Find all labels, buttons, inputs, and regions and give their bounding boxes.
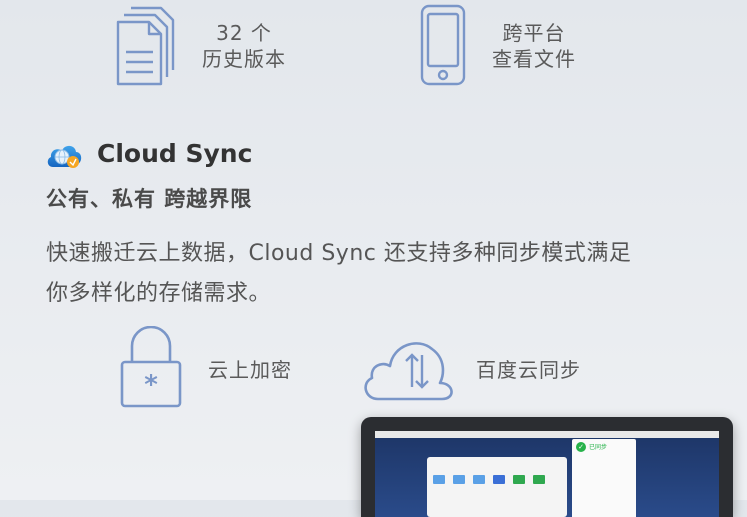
laptop-mockup: ✓ 已同步 bbox=[361, 417, 733, 517]
feature-crossplatform-line1: 跨平台 bbox=[502, 21, 566, 45]
cloud-sync-logo-icon bbox=[47, 145, 82, 168]
spreadsheet-icon bbox=[533, 475, 545, 484]
check-icon: ✓ bbox=[576, 442, 586, 452]
spreadsheet-icon bbox=[513, 475, 525, 484]
feature-crossplatform-text: 跨平台 查看文件 bbox=[482, 20, 586, 72]
feature-versions-line2: 历史版本 bbox=[202, 47, 286, 71]
description: 快速搬迁云上数据，Cloud Sync 还支持多种同步模式满足 你多样化的存储需… bbox=[46, 234, 706, 314]
feature-baidu-sync-label: 百度云同步 bbox=[476, 358, 581, 382]
tagline: 公有、私有 跨越界限 bbox=[46, 187, 253, 211]
document-icon bbox=[493, 475, 505, 484]
folder-icon bbox=[433, 475, 445, 484]
folder-icon bbox=[453, 475, 465, 484]
feature-versions-line1: 32 个 bbox=[216, 21, 272, 45]
description-line2: 你多样化的存储需求。 bbox=[46, 281, 272, 306]
sync-status-panel: ✓ 已同步 bbox=[572, 439, 636, 517]
feature-versions-text: 32 个 历史版本 bbox=[192, 20, 296, 72]
document-versions-icon bbox=[116, 6, 175, 86]
feature-crossplatform-line2: 查看文件 bbox=[492, 47, 576, 71]
feature-encryption-label: 云上加密 bbox=[208, 358, 292, 382]
padlock-icon: * bbox=[120, 326, 182, 408]
finder-window bbox=[427, 457, 567, 517]
folder-icon bbox=[473, 475, 485, 484]
laptop-screen: ✓ 已同步 bbox=[375, 431, 719, 517]
cloud-sync-arrows-icon bbox=[364, 342, 453, 401]
description-line1: 快速搬迁云上数据，Cloud Sync 还支持多种同步模式满足 bbox=[46, 241, 632, 266]
menu-bar bbox=[375, 431, 719, 438]
mobile-phone-icon bbox=[420, 4, 466, 86]
svg-text:*: * bbox=[144, 370, 158, 400]
app-name: Cloud Sync bbox=[97, 139, 253, 168]
sync-panel-title: 已同步 bbox=[589, 444, 608, 451]
